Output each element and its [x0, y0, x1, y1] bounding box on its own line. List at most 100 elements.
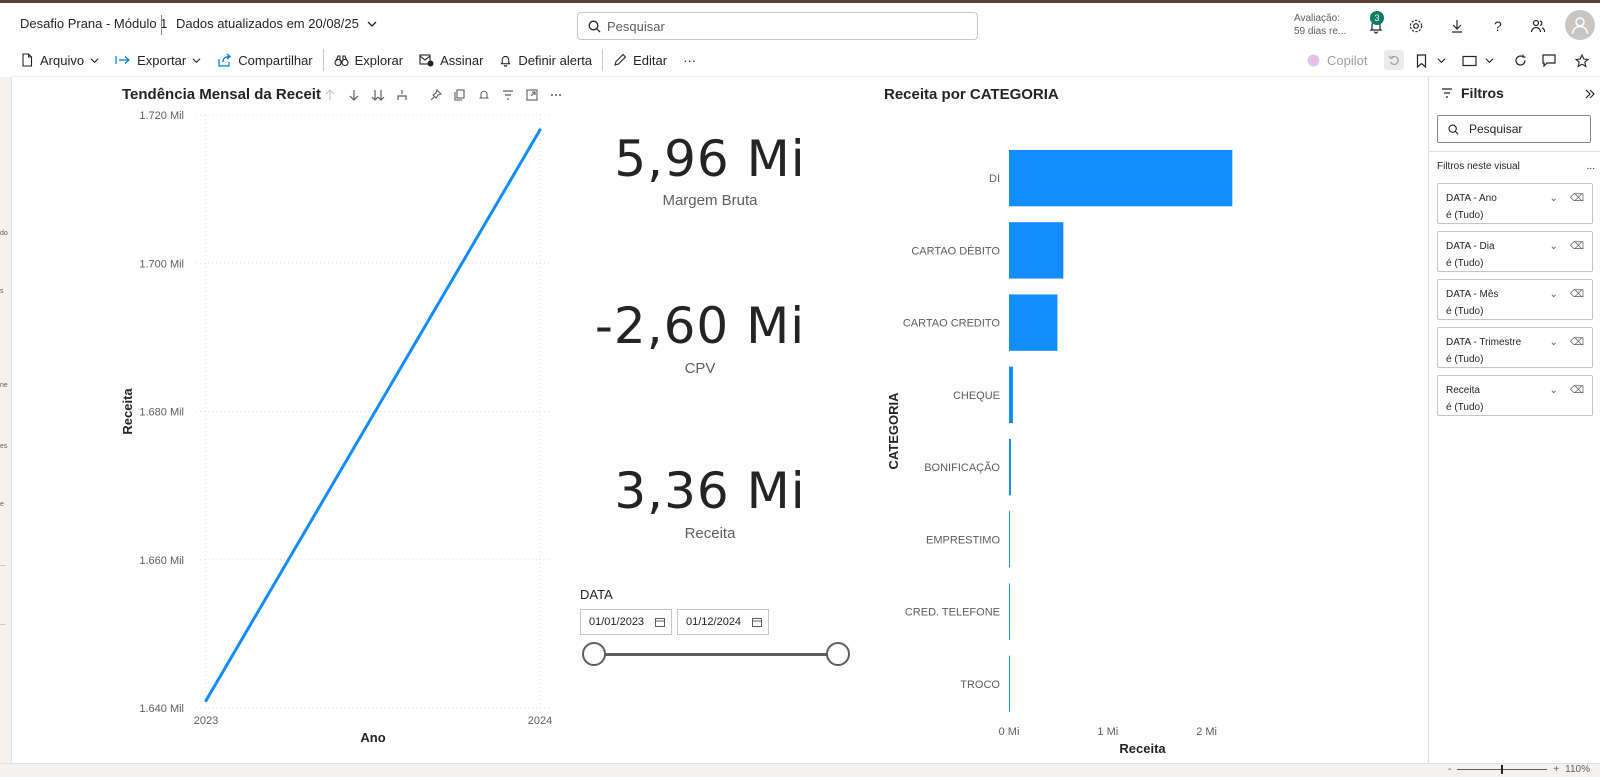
x-tick-label: 1 Mi: [1097, 726, 1118, 738]
gear-icon: [1409, 19, 1423, 33]
pane-label: es: [0, 443, 8, 450]
category-label: CHEQUE: [953, 390, 1000, 402]
chevron-down-icon[interactable]: ⌄: [1549, 334, 1557, 351]
view-button[interactable]: [1462, 44, 1494, 77]
collapsed-pages-pane[interactable]: do s ne es e ... ...: [0, 77, 12, 763]
chevron-down-icon[interactable]: ⌄: [1549, 286, 1557, 303]
filter-card-data-ano[interactable]: DATA - Ano é (Tudo) ⌄ ⌫: [1437, 183, 1593, 224]
bar: [1009, 511, 1010, 568]
file-menu-button[interactable]: Arquivo: [12, 44, 107, 77]
pane-label: ...: [0, 620, 6, 627]
line-chart[interactable]: 1.640 Mil 1.660 Mil 1.680 Mil 1.700 Mil 1.72…: [110, 100, 570, 760]
filter-state: é (Tudo): [1446, 402, 1484, 413]
pencil-icon: [614, 53, 627, 66]
x-axis-title: Receita: [1119, 741, 1166, 756]
more-options-button[interactable]: ···: [675, 44, 704, 77]
bar: [1009, 438, 1011, 496]
collapse-pane-icon[interactable]: [1585, 89, 1595, 99]
date-range-start-handle[interactable]: [582, 642, 606, 666]
zoom-out-button[interactable]: -: [1448, 764, 1451, 775]
search-box[interactable]: Pesquisar: [577, 12, 978, 40]
calendar-icon[interactable]: [752, 617, 762, 627]
user-icon: [1571, 17, 1589, 35]
edit-label: Editar: [633, 52, 668, 68]
eraser-icon[interactable]: ⌫: [1570, 334, 1584, 351]
chevron-down-icon[interactable]: ⌄: [1549, 238, 1557, 255]
eraser-icon[interactable]: ⌫: [1570, 382, 1584, 399]
zoom-control[interactable]: - + 110%: [1448, 764, 1590, 775]
set-alert-button[interactable]: Definir alerta: [491, 44, 600, 77]
help-button[interactable]: ?: [1488, 16, 1508, 36]
calendar-icon[interactable]: [655, 617, 665, 627]
chevron-down-icon[interactable]: ⌄: [1549, 190, 1557, 207]
chevron-down-icon[interactable]: ⌄: [1549, 382, 1557, 399]
y-axis-title: CATEGORIA: [886, 392, 901, 470]
star-icon: [1575, 53, 1589, 68]
x-tick-label: 0 Mi: [999, 726, 1020, 738]
favorite-button[interactable]: [1575, 44, 1589, 77]
data-updated-dropdown[interactable]: Dados atualizados em 20/08/25: [176, 16, 377, 31]
copilot-button[interactable]: Copilot: [1306, 44, 1367, 77]
eraser-icon[interactable]: ⌫: [1570, 286, 1584, 303]
copilot-label: Copilot: [1327, 53, 1368, 68]
subscribe-icon: [419, 54, 434, 67]
copilot-icon: [1307, 54, 1320, 67]
zoom-in-button[interactable]: +: [1553, 764, 1559, 775]
end-date-value: 01/12/2024: [686, 616, 742, 628]
category-label: CARTAO CREDITO: [903, 318, 1001, 330]
share-icon: [218, 53, 232, 67]
eraser-icon[interactable]: ⌫: [1570, 190, 1584, 207]
date-range-end-handle[interactable]: [826, 642, 850, 666]
bar: [1009, 655, 1010, 713]
date-range-track[interactable]: [594, 653, 838, 656]
pane-label: ne: [0, 382, 8, 389]
category-label: EMPRESTIMO: [926, 534, 1000, 546]
toolbar-divider: [322, 49, 324, 71]
share-button[interactable]: Compartilhar: [209, 44, 320, 77]
end-date-input[interactable]: 01/12/2024: [677, 609, 769, 635]
x-tick-label: 2023: [194, 715, 218, 727]
filters-search-input[interactable]: Pesquisar: [1437, 115, 1591, 143]
filters-header: Filtros: [1441, 85, 1504, 101]
explore-button[interactable]: Explorar: [326, 44, 411, 77]
filter-card-data-dia[interactable]: DATA - Dia é (Tudo) ⌄ ⌫: [1437, 231, 1593, 272]
category-label: CARTAO DÉBITO: [911, 244, 1000, 257]
bar-chart[interactable]: DI CARTAO DÉBITO CARTAO CREDITO CHEQUE BONIF…: [880, 120, 1300, 760]
refresh-button[interactable]: [1514, 44, 1527, 77]
start-date-input[interactable]: 01/01/2023: [580, 609, 672, 635]
search-icon: [1448, 123, 1459, 135]
binoculars-icon: [334, 54, 349, 66]
report-title[interactable]: Desafio Prana - Módulo 1: [20, 16, 167, 31]
reset-button[interactable]: [1384, 50, 1404, 70]
filter-state: é (Tudo): [1446, 354, 1484, 365]
subscribe-button[interactable]: Assinar: [411, 44, 491, 77]
trial-days: 59 dias re...: [1294, 26, 1347, 37]
y-axis-title: Receita: [120, 388, 135, 435]
trial-status[interactable]: Avaliação: 59 dias re...: [1294, 12, 1346, 38]
top-bar: Desafio Prana - Módulo 1 Dados atualizad…: [0, 0, 1600, 44]
share-feedback-button[interactable]: [1528, 16, 1548, 36]
download-button[interactable]: [1447, 16, 1467, 36]
export-menu-button[interactable]: Exportar: [107, 44, 209, 77]
category-label: DI: [989, 173, 1000, 185]
eraser-icon[interactable]: ⌫: [1570, 238, 1584, 255]
avatar[interactable]: [1565, 10, 1595, 40]
section-title: Filtros neste visual: [1437, 161, 1520, 172]
filter-card-data-trimestre[interactable]: DATA - Trimestre é (Tudo) ⌄ ⌫: [1437, 327, 1593, 368]
filter-card-data-mes[interactable]: DATA - Mês é (Tudo) ⌄ ⌫: [1437, 279, 1593, 320]
filter-icon: [1442, 88, 1452, 98]
filter-card-receita[interactable]: Receita é (Tudo) ⌄ ⌫: [1437, 375, 1593, 416]
edit-button[interactable]: Editar: [605, 44, 675, 77]
date-slicer-title: DATA: [580, 587, 613, 602]
settings-button[interactable]: [1406, 16, 1426, 36]
comments-button[interactable]: [1542, 44, 1556, 77]
download-icon: [1452, 20, 1462, 33]
trial-label: Avaliação:: [1294, 13, 1340, 24]
category-label: TROCO: [960, 679, 1000, 691]
section-more-button[interactable]: ...: [1587, 161, 1595, 172]
kpi-value-receita: 3,36 Mi: [614, 462, 806, 520]
bar: [1009, 583, 1010, 640]
line-series: [204, 129, 542, 702]
zoom-slider[interactable]: [1457, 765, 1548, 774]
bookmarks-button[interactable]: [1416, 44, 1446, 77]
